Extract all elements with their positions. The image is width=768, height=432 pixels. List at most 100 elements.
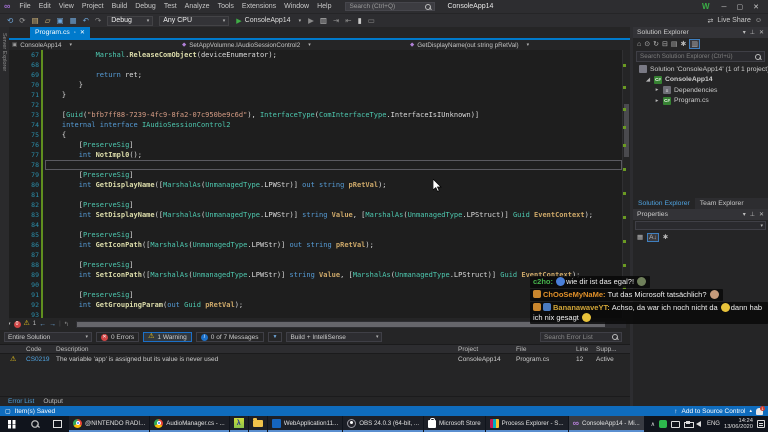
language-indicator[interactable]: ENG	[707, 421, 720, 427]
menu-extensions[interactable]: Extensions	[238, 3, 280, 10]
breakpoint-margin[interactable]	[9, 300, 19, 310]
breakpoint-margin[interactable]	[9, 240, 19, 250]
open-folder-icon[interactable]: ▱	[42, 16, 54, 25]
quick-launch-search-box[interactable]: Search (Ctrl+Q)	[345, 2, 436, 11]
error-list-search-box[interactable]: Search Error List	[540, 332, 622, 342]
save-all-icon[interactable]: ▦	[67, 16, 80, 25]
maximize-button[interactable]: ▢	[732, 4, 749, 11]
add-to-source-control-button[interactable]: Add to Source Control	[682, 408, 746, 415]
pending-changes-filter-icon[interactable]: ⊙	[644, 40, 650, 48]
error-scope-dropdown[interactable]: Entire Solution ▾	[4, 332, 92, 342]
breadcrumb-project-dropdown[interactable]: ▣ ConsoleApp14 ▾	[12, 42, 182, 49]
breakpoint-margin[interactable]	[9, 230, 19, 240]
collapse-all-icon[interactable]: ⊟	[662, 40, 668, 48]
breakpoint-margin[interactable]	[9, 190, 19, 200]
debug-configuration-dropdown[interactable]: Debug ▾	[107, 15, 154, 26]
errors-filter-button[interactable]: ✕ 0 Errors	[96, 332, 140, 342]
action-center-icon[interactable]	[757, 420, 765, 428]
breakpoint-margin[interactable]	[9, 250, 19, 260]
taskbar-item-folder[interactable]	[248, 416, 267, 432]
tree-item-solution[interactable]: Solution 'ConsoleApp14' (1 of 1 project)	[633, 64, 768, 75]
breakpoint-margin[interactable]	[9, 130, 19, 140]
properties-object-dropdown[interactable]: ▾	[635, 221, 766, 230]
messages-filter-button[interactable]: i 0 of 7 Messages	[195, 332, 264, 342]
menu-test[interactable]: Test	[160, 3, 181, 10]
error-code-link[interactable]: CS0219	[26, 356, 56, 363]
start-debugging-button[interactable]: ▶ ConsoleApp14 ▾	[236, 17, 301, 25]
scrollbar-thumb[interactable]	[76, 321, 605, 327]
menu-window[interactable]: Window	[280, 3, 313, 10]
breakpoint-margin[interactable]	[9, 150, 19, 160]
tab-team-explorer[interactable]: Team Explorer	[695, 198, 749, 209]
menu-tools[interactable]: Tools	[214, 3, 238, 10]
tab-error-list[interactable]: Error List	[8, 398, 34, 405]
chevron-expanded-icon[interactable]: ◢	[645, 77, 651, 83]
minimize-button[interactable]: ─	[717, 4, 732, 11]
menu-view[interactable]: View	[55, 3, 78, 10]
properties-icon[interactable]: ✱	[680, 40, 686, 48]
taskbar-item-nintendo-radi[interactable]: @NINTENDO RADI...	[69, 416, 150, 432]
redo-icon[interactable]: ↷	[92, 16, 104, 25]
gpu-tray-icon[interactable]	[658, 420, 667, 428]
taskbar-search-button[interactable]	[23, 416, 46, 432]
warnings-filter-button[interactable]: ⚠ 1 Warning	[143, 332, 192, 342]
close-icon[interactable]: ✕	[759, 211, 764, 218]
navigate-forward-icon[interactable]: ⟳	[16, 16, 28, 25]
breakpoint-margin[interactable]	[9, 60, 19, 70]
chevron-collapsed-icon[interactable]: ▸	[654, 98, 660, 104]
tree-item-dependencies[interactable]: ▸ ≡ Dependencies	[633, 85, 768, 96]
taskbar-item-process-explorer-s[interactable]: Process Explorer - S...	[485, 416, 568, 432]
close-icon[interactable]: ✕	[759, 29, 764, 36]
chevron-collapsed-icon[interactable]: ▸	[654, 87, 660, 93]
chat-username[interactable]: BananawaveYT:	[553, 303, 612, 312]
menu-debug[interactable]: Debug	[131, 3, 160, 10]
volume-tray-icon[interactable]	[695, 421, 701, 427]
tab-output[interactable]: Output	[43, 398, 63, 405]
menu-analyze[interactable]: Analyze	[181, 3, 214, 10]
bookmark-icon[interactable]: ▮	[355, 16, 365, 25]
filter-button[interactable]: ▼	[267, 332, 283, 342]
line-column-header[interactable]: Line	[576, 346, 596, 353]
breakpoint-margin[interactable]	[9, 100, 19, 110]
breakpoint-margin[interactable]	[9, 180, 19, 190]
breakpoint-margin[interactable]	[9, 210, 19, 220]
menu-help[interactable]: Help	[313, 3, 335, 10]
breakpoint-margin[interactable]	[9, 270, 19, 280]
next-issue-icon[interactable]: →	[49, 321, 56, 328]
breakpoint-margin[interactable]	[9, 70, 19, 80]
pin-icon[interactable]: ⊥	[750, 211, 755, 218]
taskbar-item-microsoft-store[interactable]: Microsoft Store	[424, 416, 485, 432]
new-file-icon[interactable]: ▤	[29, 16, 42, 25]
attach-process-icon[interactable]: ▶	[305, 16, 317, 25]
menu-file[interactable]: File	[15, 3, 34, 10]
breakpoint-margin[interactable]	[9, 160, 19, 170]
chat-username[interactable]: ChOoSeMyNaMe:	[543, 290, 608, 299]
breakpoint-margin[interactable]	[9, 310, 19, 318]
breakpoint-margin[interactable]	[9, 260, 19, 270]
server-explorer-vertical-tab[interactable]: Server Explorer	[1, 27, 7, 71]
tab-program-cs[interactable]: Program.cs ◦ ✕	[30, 27, 90, 38]
breadcrumb-type-dropdown[interactable]: ◆ SetAppVolumne.IAudioSessionControl2 ▾	[182, 42, 410, 49]
platform-dropdown[interactable]: Any CPU ▾	[159, 15, 230, 26]
scrollbar-thumb[interactable]	[624, 103, 629, 158]
account-button[interactable]: W	[702, 2, 710, 11]
previous-issue-icon[interactable]: ←	[39, 321, 46, 328]
chat-username[interactable]: c2ho:	[533, 277, 555, 286]
breakpoint-margin[interactable]	[9, 50, 19, 60]
breakpoint-margin[interactable]	[9, 110, 19, 120]
breakpoint-margin[interactable]	[9, 140, 19, 150]
breakpoint-margin[interactable]	[9, 170, 19, 180]
breakpoint-margin[interactable]	[9, 290, 19, 300]
navigate-back-icon[interactable]: ⟲	[4, 16, 16, 25]
network-tray-icon[interactable]	[683, 420, 694, 428]
live-share-button[interactable]: Live Share	[717, 17, 750, 24]
solution-explorer-search-box[interactable]: Search Solution Explorer (Ctrl+ü)	[636, 51, 765, 62]
quick-actions-icon[interactable]: ▥	[317, 16, 330, 25]
menu-build[interactable]: Build	[108, 3, 132, 10]
menu-project[interactable]: Project	[78, 3, 108, 10]
taskbar-item-webapplication11[interactable]: WebApplication11...	[267, 416, 343, 432]
notifications-bell-icon[interactable]: 1	[756, 405, 765, 415]
pin-icon[interactable]: ⊥	[750, 29, 755, 36]
home-icon[interactable]: ⌂	[637, 41, 641, 48]
alphabetical-sort-icon[interactable]: A↓	[647, 232, 659, 242]
